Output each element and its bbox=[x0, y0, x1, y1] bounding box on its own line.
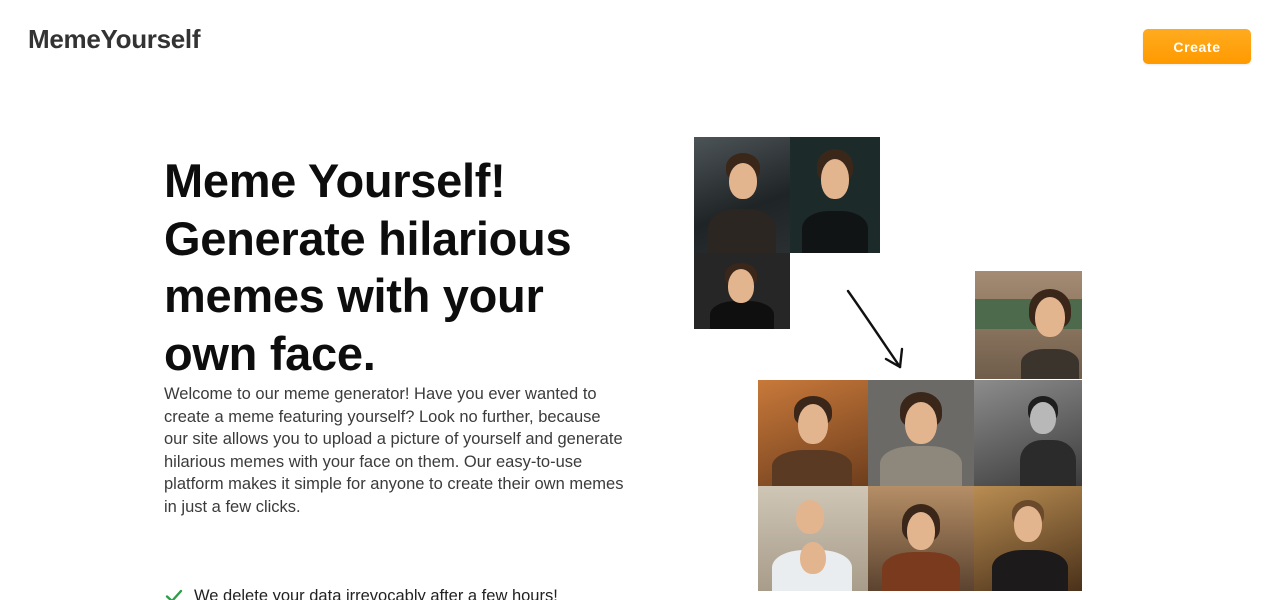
arrow-icon bbox=[846, 289, 904, 369]
input-photo bbox=[790, 137, 880, 253]
meme-result bbox=[975, 271, 1082, 379]
input-photo bbox=[694, 137, 790, 253]
meme-result bbox=[758, 486, 868, 591]
meme-result bbox=[974, 486, 1082, 591]
feature-item: We delete your data irrevocably after a … bbox=[164, 586, 558, 600]
meme-result bbox=[868, 380, 974, 486]
check-icon bbox=[164, 586, 184, 600]
hero-description: Welcome to our meme generator! Have you … bbox=[164, 385, 624, 516]
feature-text: We delete your data irrevocably after a … bbox=[194, 586, 558, 600]
meme-result bbox=[758, 380, 868, 486]
meme-result bbox=[974, 380, 1082, 486]
meme-result bbox=[868, 486, 974, 591]
create-button[interactable]: Create bbox=[1143, 29, 1251, 64]
brand-logo[interactable]: MemeYourself bbox=[28, 24, 201, 55]
input-photo bbox=[694, 253, 790, 329]
hero-title: Meme Yourself! Generate hilarious memes … bbox=[164, 154, 572, 380]
